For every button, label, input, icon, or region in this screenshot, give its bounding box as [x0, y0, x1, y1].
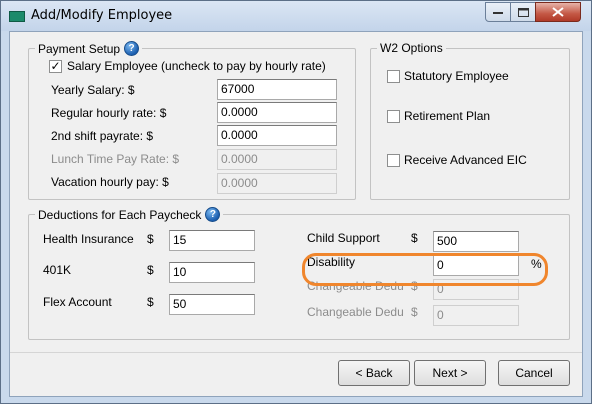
second-shift-payrate-input[interactable]: 0.0000 — [217, 125, 337, 146]
yearly-salary-input[interactable]: 67000 — [217, 79, 337, 100]
help-icon[interactable]: ? — [205, 207, 221, 222]
back-button[interactable]: < Back — [338, 360, 410, 386]
w2-options-group: W2 Options Statutory Employee Retirement… — [370, 41, 570, 200]
cancel-button-label: Cancel — [515, 366, 553, 380]
payment-setup-legend: Payment Setup ? — [35, 41, 143, 56]
salary-employee-checkbox[interactable]: ✓ — [49, 60, 62, 73]
close-button[interactable] — [535, 2, 581, 22]
help-icon[interactable]: ? — [124, 41, 140, 56]
app-icon — [9, 11, 25, 22]
close-icon — [552, 7, 564, 17]
minimize-icon — [493, 12, 503, 14]
maximize-button[interactable] — [510, 2, 536, 22]
lunch-time-pay-rate-input: 0.0000 — [217, 149, 337, 170]
child-support-highlight-annotation — [302, 253, 548, 286]
health-insurance-label: Health Insurance — [43, 232, 134, 246]
child-support-input[interactable]: 500 — [433, 231, 519, 252]
currency-symbol: $ — [147, 232, 154, 246]
health-insurance-input[interactable]: 15 — [169, 230, 255, 251]
regular-hourly-rate-input[interactable]: 0.0000 — [217, 102, 337, 123]
minimize-button[interactable] — [485, 2, 511, 22]
payment-setup-group: Payment Setup ? ✓ Salary Employee (unche… — [28, 41, 356, 200]
currency-symbol: $ — [147, 263, 154, 277]
lunch-time-pay-rate-label: Lunch Time Pay Rate: $ — [51, 152, 180, 166]
vacation-hourly-pay-input: 0.0000 — [217, 173, 337, 194]
deductions-legend: Deductions for Each Paycheck ? — [35, 207, 224, 222]
window-title: Add/Modify Employee — [31, 8, 173, 23]
w2-options-title: W2 Options — [380, 41, 443, 55]
flex-account-input[interactable]: 50 — [169, 294, 255, 315]
401k-input[interactable]: 10 — [169, 262, 255, 283]
maximize-icon — [517, 7, 529, 17]
changeable-deduction-2-input: 0 — [433, 305, 519, 326]
title-bar[interactable]: Add/Modify Employee — [1, 1, 591, 31]
statutory-employee-checkbox[interactable] — [387, 70, 400, 83]
second-shift-payrate-label: 2nd shift payrate: $ — [51, 129, 154, 143]
button-separator — [10, 352, 582, 353]
flex-account-label: Flex Account — [43, 295, 112, 309]
retirement-plan-label: Retirement Plan — [404, 109, 491, 123]
retirement-plan-checkbox[interactable] — [387, 110, 400, 123]
vacation-hourly-pay-label: Vacation hourly pay: $ — [51, 175, 169, 189]
w2-options-legend: W2 Options — [377, 41, 446, 55]
regular-hourly-rate-label: Regular hourly rate: $ — [51, 106, 167, 120]
payment-setup-title: Payment Setup — [38, 41, 121, 56]
dialog-body: Payment Setup ? ✓ Salary Employee (unche… — [9, 31, 583, 397]
next-button[interactable]: Next > — [414, 360, 486, 386]
yearly-salary-label: Yearly Salary: $ — [51, 83, 135, 97]
salary-employee-label: Salary Employee (uncheck to pay by hourl… — [67, 59, 326, 73]
child-support-label: Child Support — [307, 231, 380, 245]
deductions-title: Deductions for Each Paycheck — [38, 207, 202, 222]
add-modify-employee-window: Add/Modify Employee Payment Setup ? ✓ Sa… — [0, 0, 592, 404]
cancel-button[interactable]: Cancel — [498, 360, 570, 386]
currency-symbol: $ — [147, 295, 154, 309]
currency-symbol: $ — [411, 305, 418, 319]
next-button-label: Next > — [432, 366, 468, 380]
currency-symbol: $ — [411, 231, 418, 245]
receive-advanced-eic-label: Receive Advanced EIC — [404, 153, 527, 167]
statutory-employee-label: Statutory Employee — [404, 69, 509, 83]
401k-label: 401K — [43, 263, 72, 277]
receive-advanced-eic-checkbox[interactable] — [387, 154, 400, 167]
changeable-deduction-2-label: Changeable Dedu — [307, 305, 404, 319]
back-button-label: < Back — [355, 366, 393, 380]
